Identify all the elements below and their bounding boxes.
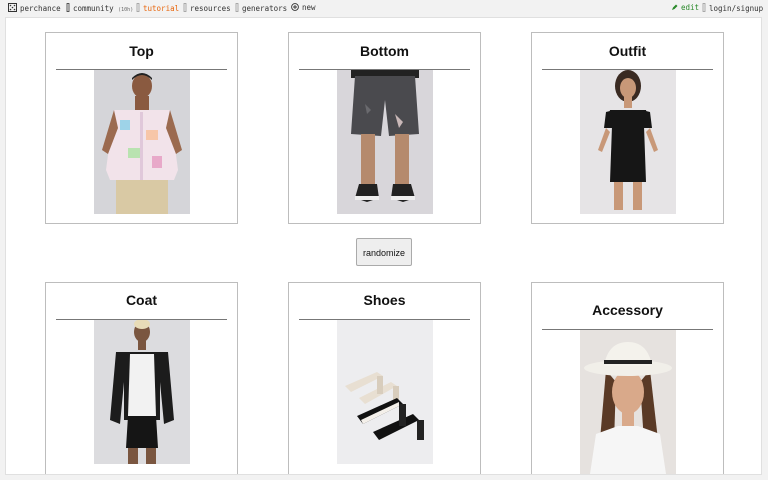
nav-tutorial[interactable]: tutorial xyxy=(136,3,179,14)
nav-perchance[interactable]: perchance xyxy=(8,3,61,14)
card-coat-title: Coat xyxy=(125,292,158,308)
accessory-photo xyxy=(580,330,676,474)
card-outfit-title: Outfit xyxy=(608,43,647,59)
bottom-photo xyxy=(337,70,433,214)
card-accessory-title: Accessory xyxy=(592,302,663,318)
card-shoes-title: Shoes xyxy=(363,292,406,308)
dice-icon xyxy=(8,3,17,12)
nav-login[interactable]: login/signup xyxy=(702,3,763,14)
card-coat: Coat xyxy=(45,282,238,474)
nav-resources[interactable]: resources xyxy=(183,3,231,14)
card-bottom-title: Bottom xyxy=(360,43,409,59)
card-outfit: Outfit xyxy=(531,32,724,224)
nav-community-label: community xyxy=(73,4,114,13)
generator-output-frame: Top Bottom Outfit randomize Coat Shoes A… xyxy=(5,17,762,475)
resources-icon xyxy=(183,3,187,12)
generators-icon xyxy=(235,3,239,12)
nav-perchance-label: perchance xyxy=(20,4,61,13)
community-count: (10h) xyxy=(118,7,134,13)
card-accessory: Accessory xyxy=(531,282,724,474)
card-shoes: Shoes xyxy=(288,282,481,474)
pencil-icon xyxy=(672,4,678,10)
top-photo xyxy=(94,70,190,214)
card-bottom: Bottom xyxy=(288,32,481,224)
nav-edit[interactable]: edit xyxy=(671,3,699,13)
community-icon xyxy=(66,3,70,12)
top-nav-bar: perchance community (10h) tutorial resou… xyxy=(0,0,768,16)
nav-generators-label: generators xyxy=(242,4,288,13)
nav-login-label: login/signup xyxy=(709,4,764,13)
nav-new-label: new xyxy=(302,3,316,12)
nav-community[interactable]: community (10h) xyxy=(66,3,133,15)
login-icon xyxy=(702,3,706,12)
nav-new[interactable]: new xyxy=(291,3,316,13)
nav-resources-label: resources xyxy=(190,4,231,13)
shoes-photo xyxy=(337,320,433,464)
nav-edit-label: edit xyxy=(681,3,700,12)
tutorial-icon xyxy=(136,3,140,12)
nav-tutorial-label: tutorial xyxy=(143,4,180,13)
randomize-button[interactable]: randomize xyxy=(356,238,412,266)
card-top-title: Top xyxy=(129,43,154,59)
coat-photo xyxy=(94,320,190,464)
card-top: Top xyxy=(45,32,238,224)
outfit-photo xyxy=(580,70,676,214)
plus-circle-icon xyxy=(291,3,299,11)
nav-generators[interactable]: generators xyxy=(235,3,287,14)
